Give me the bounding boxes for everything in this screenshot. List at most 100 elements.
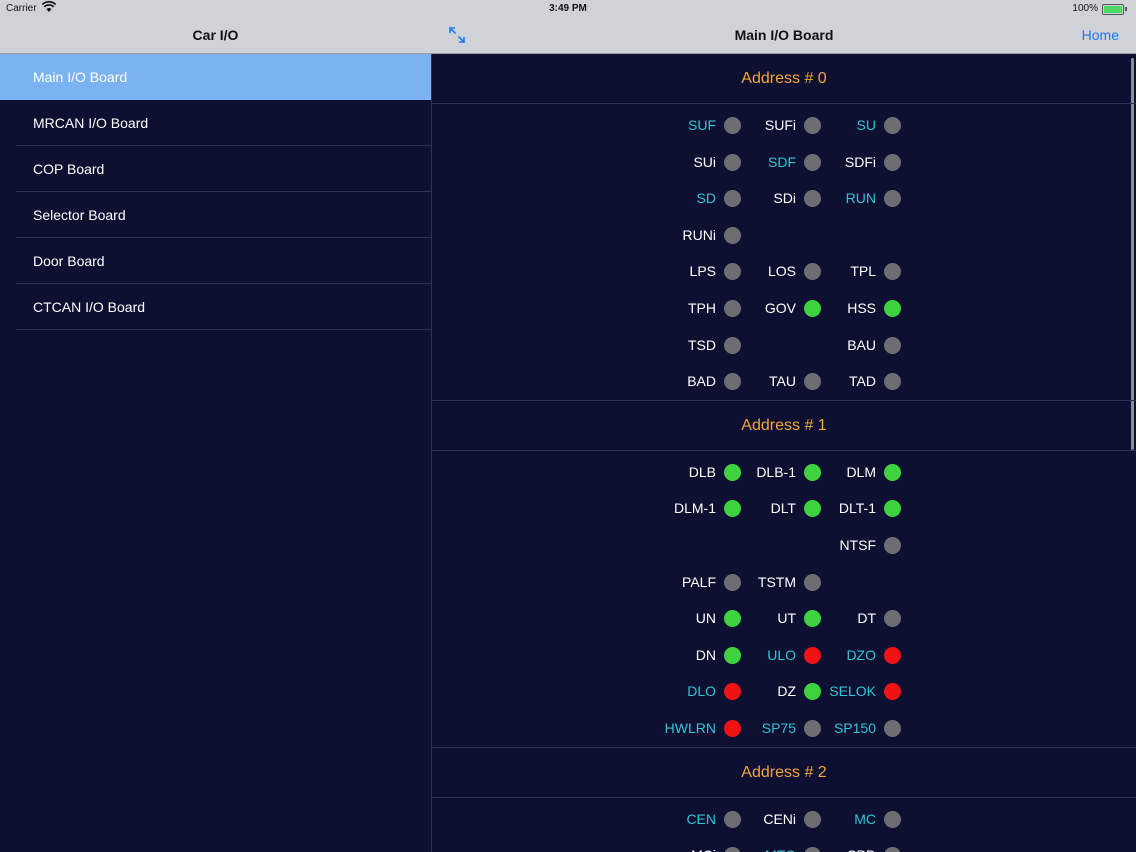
io-grid: SUF SUFi SU SUi SDF SDFi SD SDi RUN RUNi LPS LOS TPL… xyxy=(432,104,1136,401)
sidebar-item-label: MRCAN I/O Board xyxy=(33,115,149,131)
signal-label: DLT-1 xyxy=(838,500,876,517)
status-indicator-icon xyxy=(884,336,901,354)
status-indicator-icon xyxy=(884,719,901,737)
io-row: LPS LOS TPL xyxy=(432,253,1136,290)
status-bar: Carrier 3:49 PM 100% xyxy=(0,0,1136,18)
page-title: Main I/O Board xyxy=(734,27,834,43)
address-section: Address # 1 DLB DLB-1 DLM DLM-1 DLT DLT-1 NTSF P… xyxy=(432,401,1136,748)
status-indicator-icon xyxy=(804,573,821,591)
io-row: TPH GOV HSS xyxy=(432,290,1136,327)
io-signal-dlm: DLM xyxy=(781,454,901,490)
section-header: Address # 0 xyxy=(432,54,1136,104)
sidebar-item-label: Main I/O Board xyxy=(33,69,128,85)
io-grid: CENCENiMCMCiMTOSPD xyxy=(432,798,1136,852)
battery-percent: 100% xyxy=(1072,3,1098,14)
io-signal-runi: RUNi xyxy=(621,217,741,253)
status-indicator-icon xyxy=(884,263,901,281)
io-signal-tad: TAD xyxy=(781,363,901,399)
io-row: HWLRN SP75 SP150 xyxy=(432,710,1136,747)
status-indicator-icon xyxy=(884,646,901,664)
io-signal-dlt-1: DLT-1 xyxy=(781,490,901,526)
signal-label: BAU xyxy=(847,336,876,353)
status-indicator-icon xyxy=(884,810,901,828)
signal-label: DT xyxy=(857,610,876,627)
sidebar-item-label: Selector Board xyxy=(33,207,126,223)
io-signal-ntsf: NTSF xyxy=(781,527,901,563)
io-row: DLM-1 DLT DLT-1 xyxy=(432,490,1136,527)
io-signal-sdfi: SDFi xyxy=(781,144,901,180)
signal-label: DZO xyxy=(846,646,876,663)
io-signal-dzo: DZO xyxy=(781,637,901,673)
status-indicator-icon xyxy=(884,847,901,852)
io-grid: DLB DLB-1 DLM DLM-1 DLT DLT-1 NTSF PALF TSTM UN UT… xyxy=(432,451,1136,748)
io-row: BAD TAU TAD xyxy=(432,363,1136,400)
io-signal-spd: SPD xyxy=(781,837,901,852)
io-row: PALF TSTM xyxy=(432,564,1136,601)
signal-label: DLM xyxy=(846,463,876,480)
status-indicator-icon xyxy=(884,536,901,554)
io-row: SD SDi RUN xyxy=(432,180,1136,217)
io-signal-tstm: TSTM xyxy=(701,564,821,600)
io-signal-tpl: TPL xyxy=(781,253,901,289)
signal-label: SP150 xyxy=(833,719,876,736)
io-signal-hss: HSS xyxy=(781,290,901,326)
home-button[interactable]: Home xyxy=(1082,27,1119,43)
io-row: TSD BAU xyxy=(432,327,1136,364)
signal-label: NTSF xyxy=(839,536,876,553)
status-indicator-icon xyxy=(884,299,901,317)
status-indicator-icon xyxy=(724,336,741,354)
signal-label: MC xyxy=(854,810,876,827)
sidebar-item-door-board[interactable]: Door Board xyxy=(16,238,431,284)
sidebar-item-label: Door Board xyxy=(33,253,105,269)
sidebar-item-main-i-o-board[interactable]: Main I/O Board xyxy=(0,54,431,100)
io-signal-bau: BAU xyxy=(781,327,901,363)
io-row: NTSF xyxy=(432,527,1136,564)
io-row: RUNi xyxy=(432,217,1136,254)
status-indicator-icon xyxy=(884,610,901,628)
io-signal-mc: MC xyxy=(781,801,901,837)
io-signal-su: SU xyxy=(781,107,901,143)
signal-label: SELOK xyxy=(829,683,876,700)
navigation-bar: Car I/O Main I/O Board Home xyxy=(0,18,1136,54)
sidebar-item-label: CTCAN I/O Board xyxy=(33,299,146,315)
sidebar-title: Car I/O xyxy=(192,27,239,43)
address-section: Address # 2CENCENiMCMCiMTOSPD xyxy=(432,748,1136,852)
io-board-panel[interactable]: Address # 0 SUF SUFi SU SUi SDF SDFi SD SDi RUN RU… xyxy=(432,54,1136,852)
io-row: DN ULO DZO xyxy=(432,637,1136,674)
clock: 3:49 PM xyxy=(549,3,587,14)
status-indicator-icon xyxy=(884,500,901,518)
signal-label: SPD xyxy=(847,847,876,852)
address-section: Address # 0 SUF SUFi SU SUi SDF SDFi SD SDi RUN RU… xyxy=(432,54,1136,401)
sidebar: Main I/O Board MRCAN I/O Board COP Board Se… xyxy=(0,54,432,852)
io-signal-run: RUN xyxy=(781,180,901,216)
io-signal-selok: SELOK xyxy=(781,673,901,709)
signal-label: TSD xyxy=(688,336,716,353)
io-row: UN UT DT xyxy=(432,600,1136,637)
status-indicator-icon xyxy=(884,153,901,171)
io-row: MCiMTOSPD xyxy=(432,837,1136,852)
section-header: Address # 2 xyxy=(432,748,1136,798)
status-indicator-icon xyxy=(884,117,901,134)
signal-label: RUN xyxy=(845,190,876,207)
signal-label: SDFi xyxy=(844,153,876,170)
status-indicator-icon xyxy=(884,190,901,208)
sidebar-item-label: COP Board xyxy=(33,161,105,177)
signal-label: SU xyxy=(856,117,876,133)
battery-icon xyxy=(1102,4,1127,15)
section-header: Address # 1 xyxy=(432,401,1136,451)
signal-label: HSS xyxy=(847,299,876,316)
io-signal-tsd: TSD xyxy=(621,327,741,363)
status-indicator-icon xyxy=(884,463,901,481)
io-row: DLB DLB-1 DLM xyxy=(432,454,1136,491)
io-row: DLO DZ SELOK xyxy=(432,673,1136,710)
sidebar-item-selector-board[interactable]: Selector Board xyxy=(16,192,431,238)
status-indicator-icon xyxy=(884,683,901,701)
io-signal-dt: DT xyxy=(781,600,901,636)
signal-label: TSTM xyxy=(757,573,796,590)
sidebar-item-cop-board[interactable]: COP Board xyxy=(16,146,431,192)
io-row: CEN CENi MC xyxy=(432,801,1136,838)
status-indicator-icon xyxy=(724,226,741,244)
sidebar-item-ctcan-i-o-board[interactable]: CTCAN I/O Board xyxy=(16,284,431,330)
sidebar-item-mrcan-i-o-board[interactable]: MRCAN I/O Board xyxy=(16,100,431,146)
signal-label: TAD xyxy=(849,373,876,390)
